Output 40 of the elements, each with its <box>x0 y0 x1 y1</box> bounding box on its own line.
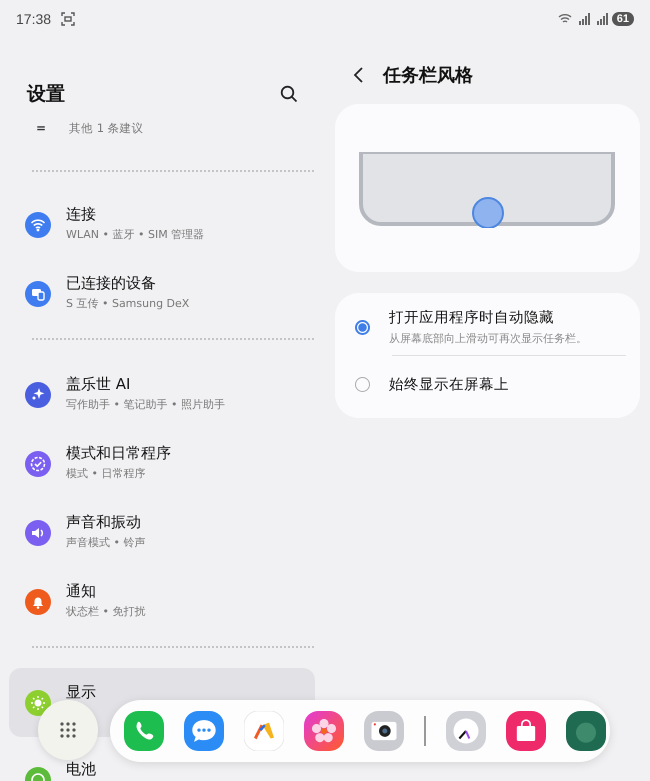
item-title: 盖乐世 AI <box>66 375 132 394</box>
battery-level: 61 <box>612 12 634 26</box>
item-title: 显示 <box>66 683 96 702</box>
item-title: 连接 <box>66 205 97 224</box>
back-icon[interactable] <box>353 66 365 84</box>
radio-option[interactable]: 始终显示在屏幕上 <box>355 360 626 408</box>
search-icon[interactable] <box>280 85 298 103</box>
radio-button[interactable] <box>355 320 370 334</box>
messages-app-icon[interactable] <box>184 711 224 751</box>
status-time: 17:38 <box>16 11 52 27</box>
item-title: 电池 <box>66 760 96 779</box>
item-subtitle: 状态栏 • 免打扰 <box>66 604 146 619</box>
radio-button[interactable] <box>355 376 370 392</box>
grid-icon <box>59 721 77 739</box>
clock-app-icon[interactable] <box>446 711 486 751</box>
radio-option[interactable]: 打开应用程序时自动隐藏 从屏幕底部向上滑动可再次显示任务栏。 <box>355 303 626 351</box>
gallery-app-icon[interactable] <box>304 711 344 751</box>
phone-app-icon[interactable] <box>124 711 164 751</box>
settings-title: 设置 <box>27 82 65 107</box>
option-label: 打开应用程序时自动隐藏 <box>389 308 555 327</box>
item-subtitle: 声音模式 • 铃声 <box>66 535 146 550</box>
app-icon[interactable] <box>566 711 606 751</box>
suggestion-icon: = <box>36 121 46 135</box>
store-app-icon[interactable] <box>506 711 546 751</box>
item-subtitle: 写作助手 • 笔记助手 • 照片助手 <box>66 397 225 412</box>
item-title: 已连接的设备 <box>66 274 157 293</box>
wifi-icon <box>558 13 572 25</box>
item-title: 声音和振动 <box>66 513 142 532</box>
item-subtitle: S 互传 • Samsung DeX <box>66 296 190 311</box>
option-description: 从屏幕底部向上滑动可再次显示任务栏。 <box>389 331 587 346</box>
item-title: 模式和日常程序 <box>66 444 171 463</box>
suggestion-link[interactable]: 其他 1 条建议 <box>69 120 144 136</box>
stripes-app-icon[interactable] <box>244 711 284 751</box>
screenshot-icon <box>61 12 76 26</box>
item-title: 通知 <box>66 582 97 601</box>
camera-app-icon[interactable] <box>364 711 404 751</box>
item-subtitle: WLAN • 蓝牙 • SIM 管理器 <box>66 227 204 242</box>
item-subtitle: 模式 • 日常程序 <box>66 466 146 481</box>
page-title: 任务栏风格 <box>383 64 473 87</box>
option-label: 始终显示在屏幕上 <box>389 376 509 394</box>
